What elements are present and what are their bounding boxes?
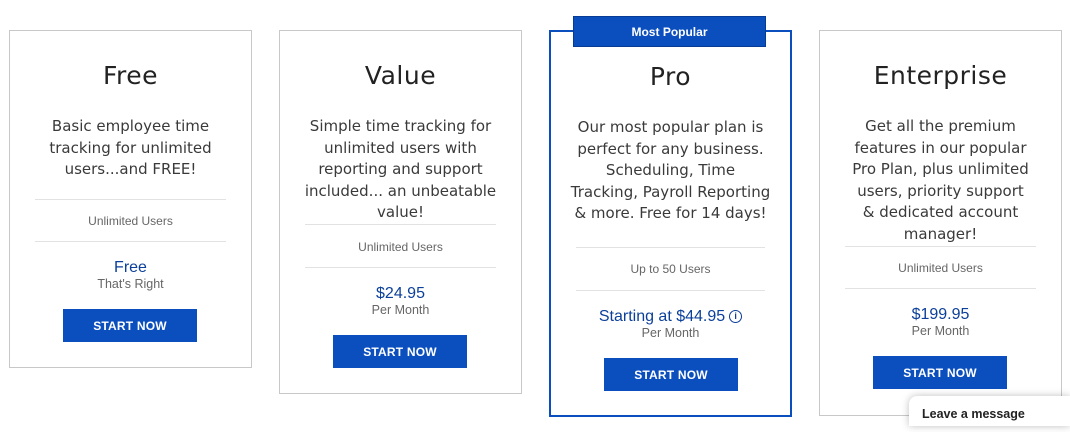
plan-price: $24.95 [376,285,425,302]
plan-description: Simple time tracking for unlimited users… [304,117,497,221]
info-circle-icon[interactable]: i [729,310,743,323]
start-now-button[interactable]: START NOW [333,335,467,368]
start-now-button[interactable]: START NOW [873,356,1007,389]
divider [845,246,1036,247]
divider [576,247,765,248]
divider [305,267,496,268]
plan-users: Up to 50 Users [630,262,711,276]
plan-period: That's Right [97,277,164,291]
plan-name: Free [102,61,159,90]
plan-price-row: Starting at $44.95 i [551,308,790,326]
start-now-button[interactable]: START NOW [63,309,197,342]
plan-users: Unlimited Users [88,214,173,228]
most-popular-badge: Most Popular [573,16,766,47]
divider [576,290,765,291]
plan-description: Our most popular plan is perfect for any… [570,118,771,222]
divider [35,199,226,200]
plan-price: Free [114,259,147,276]
plan-name: Pro [649,62,692,91]
divider [35,241,226,242]
plan-period: Per Month [911,324,970,338]
divider [845,288,1036,289]
start-now-button[interactable]: START NOW [604,358,738,391]
plan-users: Unlimited Users [358,240,443,254]
plan-card-value: Value Simple time tracking for unlimited… [279,30,522,394]
plan-card-free: Free Basic employee time tracking for un… [9,30,252,368]
plan-period: Per Month [641,326,700,340]
divider [305,224,496,225]
plan-card-enterprise: Enterprise Get all the premium features … [819,30,1062,416]
plan-name: Value [364,61,437,90]
plan-period: Per Month [371,303,430,317]
plan-card-pro: Pro Our most popular plan is perfect for… [549,30,792,417]
plan-description: Get all the premium features in our popu… [852,117,1029,243]
plan-price: $199.95 [911,306,970,323]
plan-users: Unlimited Users [898,261,983,275]
plan-description: Basic employee time tracking for unlimit… [49,117,212,178]
plan-name: Enterprise [873,61,1008,90]
plan-price: Starting at $44.95 [598,308,726,325]
